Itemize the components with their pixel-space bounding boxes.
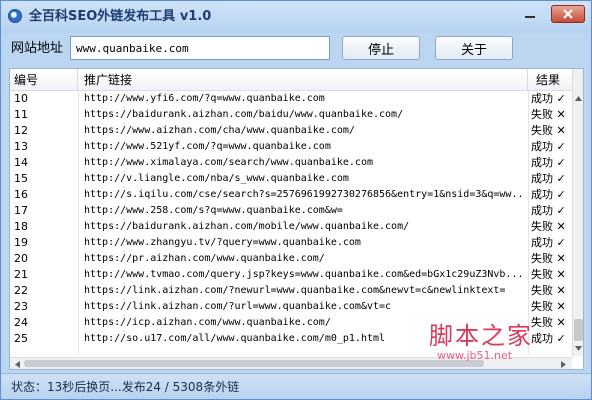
cell-result: 成功 ✓	[531, 92, 566, 105]
column-header-result[interactable]: 结果	[528, 69, 572, 91]
scroll-down-arrow-icon[interactable]	[574, 343, 583, 353]
table-row[interactable]: 18 https://baidurank.aizhan.com/mobile/ww…	[10, 219, 572, 235]
table-row[interactable]: 21 http://www.tvmao.com/query.jsp?keys=ww…	[10, 267, 572, 283]
table-row[interactable]: 19 http://www.zhangyu.tv/?query=www.quanb…	[10, 235, 572, 251]
cell-link: http://www.tvmao.com/query.jsp?keys=www.…	[84, 269, 524, 280]
url-label: 网站地址	[11, 41, 64, 56]
cell-result: 失败 ✕	[531, 268, 566, 281]
cell-link: http://www.258.com/s?q=www.quanbaike.com…	[84, 205, 343, 216]
cell-number: 19	[14, 236, 28, 249]
url-input[interactable]	[70, 36, 330, 60]
cell-result: 成功 ✓	[531, 188, 566, 201]
stop-button[interactable]: 停止	[342, 36, 420, 60]
cell-number: 12	[14, 124, 28, 137]
table-row[interactable]: 14 http://www.ximalaya.com/search/www.qua…	[10, 155, 572, 171]
title-bar[interactable]: 全百科SEO外链发布工具 v1.0	[1, 1, 591, 33]
cell-link: http://s.iqilu.com/cse/search?s=25769619…	[84, 189, 524, 200]
table-row[interactable]: 23 https://link.aizhan.com/?url=www.quanb…	[10, 299, 572, 315]
cell-number: 22	[14, 284, 28, 297]
vertical-scrollbar[interactable]	[572, 69, 583, 356]
cell-result: 失败 ✕	[531, 284, 566, 297]
cell-number: 11	[14, 108, 28, 121]
vertical-scroll-thumb[interactable]	[574, 319, 583, 341]
scroll-right-arrow-icon[interactable]	[558, 359, 568, 369]
table-row[interactable]: 13 http://www.521yf.com/?q=www.quanbaike.…	[10, 139, 572, 155]
cell-link: https://link.aizhan.com/?url=www.quanbai…	[84, 301, 392, 312]
cell-link: https://baidurank.aizhan.com/mobile/www.…	[84, 221, 410, 232]
status-text: 状态：13秒后换页...发布24 / 5308条外链	[11, 380, 240, 394]
table-row[interactable]: 10 http://www.yfi6.com/?q=www.quanbaike.c…	[10, 91, 572, 107]
table-header: 编号 推广链接 结果	[10, 69, 583, 91]
cell-number: 18	[14, 220, 28, 233]
table-row[interactable]: 12 https://www.aizhan.com/cha/www.quanbai…	[10, 123, 572, 139]
table-row[interactable]: 15 http://v.liangle.com/nba/s_www.quanbai…	[10, 171, 572, 187]
cell-number: 16	[14, 188, 28, 201]
cell-number: 25	[14, 332, 28, 345]
cell-number: 21	[14, 268, 28, 281]
cell-result: 失败 ✕	[531, 124, 566, 137]
close-icon	[563, 9, 573, 19]
cell-link: http://www.521yf.com/?q=www.quanbaike.co…	[84, 141, 331, 152]
cell-result: 成功 ✓	[531, 204, 566, 217]
cell-result: 失败 ✕	[531, 108, 566, 121]
cell-number: 23	[14, 300, 28, 313]
app-window: 全百科SEO外链发布工具 v1.0 网站地址 停止 关于 编号 推广链接 结果 …	[0, 0, 592, 400]
close-button[interactable]	[551, 5, 585, 23]
cell-number: 24	[14, 316, 28, 329]
about-button[interactable]: 关于	[435, 36, 513, 60]
horizontal-scroll-thumb[interactable]	[24, 360, 484, 367]
cell-result: 成功 ✓	[531, 332, 566, 345]
minimize-button[interactable]	[517, 5, 543, 23]
table-row[interactable]: 22 https://link.aizhan.com/?newurl=www.qu…	[10, 283, 572, 299]
column-header-number[interactable]: 编号	[10, 69, 78, 91]
cell-link: https://pr.aizhan.com/www.quanbaike.com/	[84, 253, 325, 264]
cell-link: https://link.aizhan.com/?newurl=www.quan…	[84, 285, 506, 296]
cell-result: 成功 ✓	[531, 140, 566, 153]
scroll-up-arrow-icon[interactable]	[574, 93, 583, 103]
cell-result: 失败 ✕	[531, 220, 566, 233]
table-body: 10 http://www.yfi6.com/?q=www.quanbaike.c…	[10, 91, 572, 355]
column-header-link[interactable]: 推广链接	[78, 69, 528, 91]
table-row[interactable]: 17 http://www.258.com/s?q=www.quanbaike.c…	[10, 203, 572, 219]
cell-link: http://www.yfi6.com/?q=www.quanbaike.com	[84, 93, 325, 104]
cell-link: http://www.zhangyu.tv/?query=www.quanbai…	[84, 237, 361, 248]
cell-number: 10	[14, 92, 28, 105]
watermark-logo: 脚本之家	[429, 322, 533, 350]
cell-number: 14	[14, 156, 28, 169]
cell-link: http://www.ximalaya.com/search/www.quanb…	[84, 157, 373, 168]
table-row[interactable]: 20 https://pr.aizhan.com/www.quanbaike.co…	[10, 251, 572, 267]
cell-link: https://www.aizhan.com/cha/www.quanbaike…	[84, 125, 355, 136]
cell-result: 成功 ✓	[531, 156, 566, 169]
cell-number: 17	[14, 204, 28, 217]
table-row[interactable]: 16 http://s.iqilu.com/cse/search?s=257696…	[10, 187, 572, 203]
table-row[interactable]: 11 https://baidurank.aizhan.com/baidu/www…	[10, 107, 572, 123]
cell-result: 成功 ✓	[531, 236, 566, 249]
cell-result: 失败 ✕	[531, 316, 566, 329]
cell-number: 15	[14, 172, 28, 185]
cell-result: 失败 ✕	[531, 252, 566, 265]
app-logo-icon	[8, 9, 22, 23]
window-title: 全百科SEO外链发布工具 v1.0	[29, 9, 212, 24]
cell-result: 成功 ✓	[531, 172, 566, 185]
status-bar: 状态：13秒后换页...发布24 / 5308条外链	[1, 373, 591, 399]
watermark-url: www.jb51.net	[437, 349, 513, 362]
cell-result: 失败 ✕	[531, 300, 566, 313]
cell-link: http://v.liangle.com/nba/s_www.quanbaike…	[84, 173, 349, 184]
cell-number: 20	[14, 252, 28, 265]
cell-link: https://baidurank.aizhan.com/baidu/www.q…	[84, 109, 404, 120]
cell-number: 13	[14, 140, 28, 153]
scroll-left-arrow-icon[interactable]	[12, 359, 22, 369]
